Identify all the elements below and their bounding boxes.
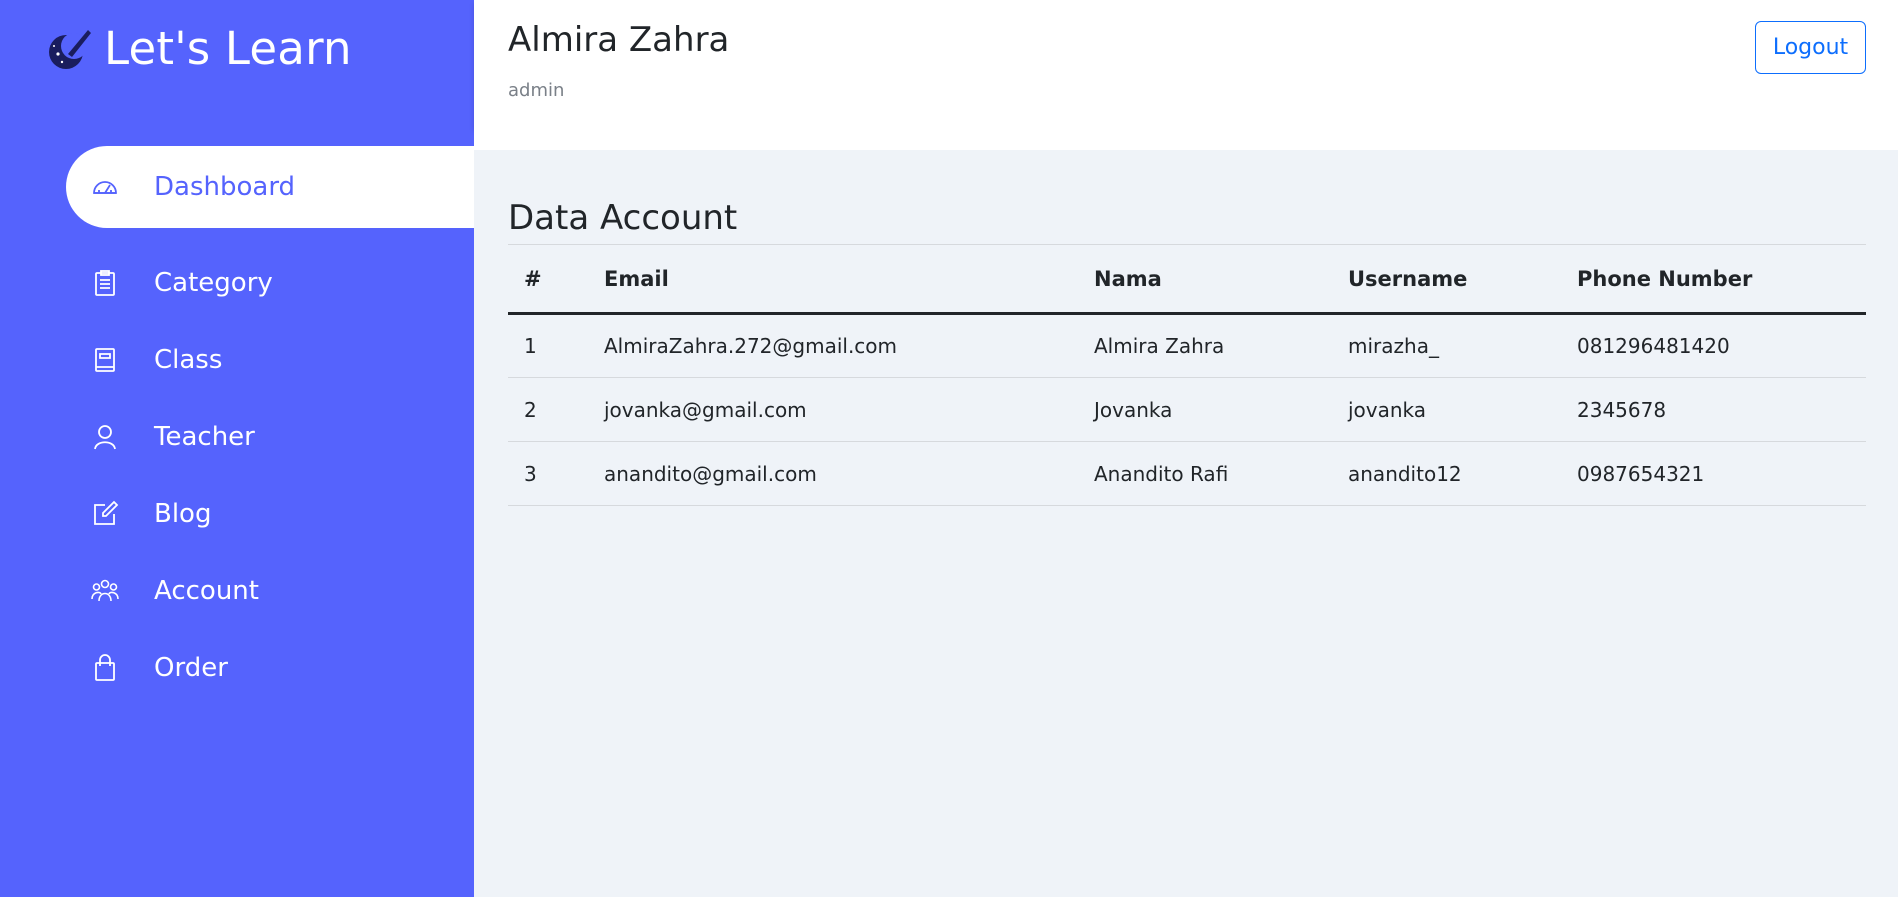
sidebar-item-label: Dashboard — [154, 172, 296, 202]
cell-phone: 081296481420 — [1561, 313, 1866, 378]
user-name: Almira Zahra — [508, 20, 730, 60]
sidebar-item-dashboard[interactable]: Dashboard — [66, 146, 474, 228]
cell-username: mirazha_ — [1332, 313, 1561, 378]
header-spacer — [474, 128, 1898, 150]
sidebar-item-blog[interactable]: Blog — [66, 475, 474, 552]
sidebar-item-category[interactable]: Category — [66, 244, 474, 321]
sidebar-item-label: Teacher — [154, 421, 255, 452]
user-role: admin — [508, 80, 565, 101]
column-header-username: Username — [1332, 244, 1561, 315]
gauge-icon — [90, 172, 120, 202]
cell-email: AlmiraZahra.272@gmail.com — [588, 313, 1078, 378]
person-icon — [90, 422, 120, 452]
sidebar-item-class[interactable]: Class — [66, 321, 474, 398]
brand[interactable]: Let's Learn — [44, 18, 352, 78]
cell-phone: 0987654321 — [1561, 441, 1866, 506]
sidebar-nav: Dashboard Category Class Teacher Blog Ac… — [0, 146, 474, 706]
people-icon — [90, 576, 120, 606]
sidebar-item-teacher[interactable]: Teacher — [66, 398, 474, 475]
sidebar-item-order[interactable]: Order — [66, 629, 474, 706]
cell-email: jovanka@gmail.com — [588, 377, 1078, 442]
sidebar-item-label: Account — [154, 575, 259, 606]
column-header-number: # — [508, 244, 588, 315]
sidebar-item-label: Blog — [154, 498, 212, 529]
clipboard-icon — [90, 268, 120, 298]
main-content: Data Account # Email Nama Username Phone… — [508, 150, 1866, 506]
table-row: 3 anandito@gmail.com Anandito Rafi anand… — [508, 441, 1866, 506]
sidebar-item-label: Class — [154, 344, 223, 375]
table-row: 1 AlmiraZahra.272@gmail.com Almira Zahra… — [508, 313, 1866, 378]
column-header-nama: Nama — [1078, 244, 1332, 315]
logo-icon — [49, 30, 91, 69]
cell-phone: 2345678 — [1561, 377, 1866, 442]
table-header-row: # Email Nama Username Phone Number — [508, 244, 1866, 315]
sidebar-item-label: Order — [154, 652, 228, 683]
cell-nama: Anandito Rafi — [1078, 441, 1332, 506]
page-title: Data Account — [508, 198, 738, 238]
cell-nama: Almira Zahra — [1078, 313, 1332, 378]
cell-number: 3 — [508, 441, 588, 506]
book-icon — [90, 345, 120, 375]
account-table: # Email Nama Username Phone Number 1 Alm… — [508, 244, 1866, 506]
edit-icon — [90, 499, 120, 529]
cell-nama: Jovanka — [1078, 377, 1332, 442]
logout-button[interactable]: Logout — [1755, 21, 1866, 74]
sidebar: Let's Learn Dashboard Category Class Tea… — [0, 0, 474, 897]
sidebar-item-label: Category — [154, 267, 273, 298]
cell-number: 2 — [508, 377, 588, 442]
cell-username: anandito12 — [1332, 441, 1561, 506]
bag-icon — [90, 653, 120, 683]
sidebar-item-account[interactable]: Account — [66, 552, 474, 629]
cell-username: jovanka — [1332, 377, 1561, 442]
column-header-email: Email — [588, 244, 1078, 315]
top-header: Almira Zahra admin Logout — [474, 0, 1898, 128]
cell-email: anandito@gmail.com — [588, 441, 1078, 506]
cell-number: 1 — [508, 313, 588, 378]
table-row: 2 jovanka@gmail.com Jovanka jovanka 2345… — [508, 377, 1866, 442]
brand-title: Let's Learn — [104, 21, 352, 75]
column-header-phone: Phone Number — [1561, 244, 1866, 315]
